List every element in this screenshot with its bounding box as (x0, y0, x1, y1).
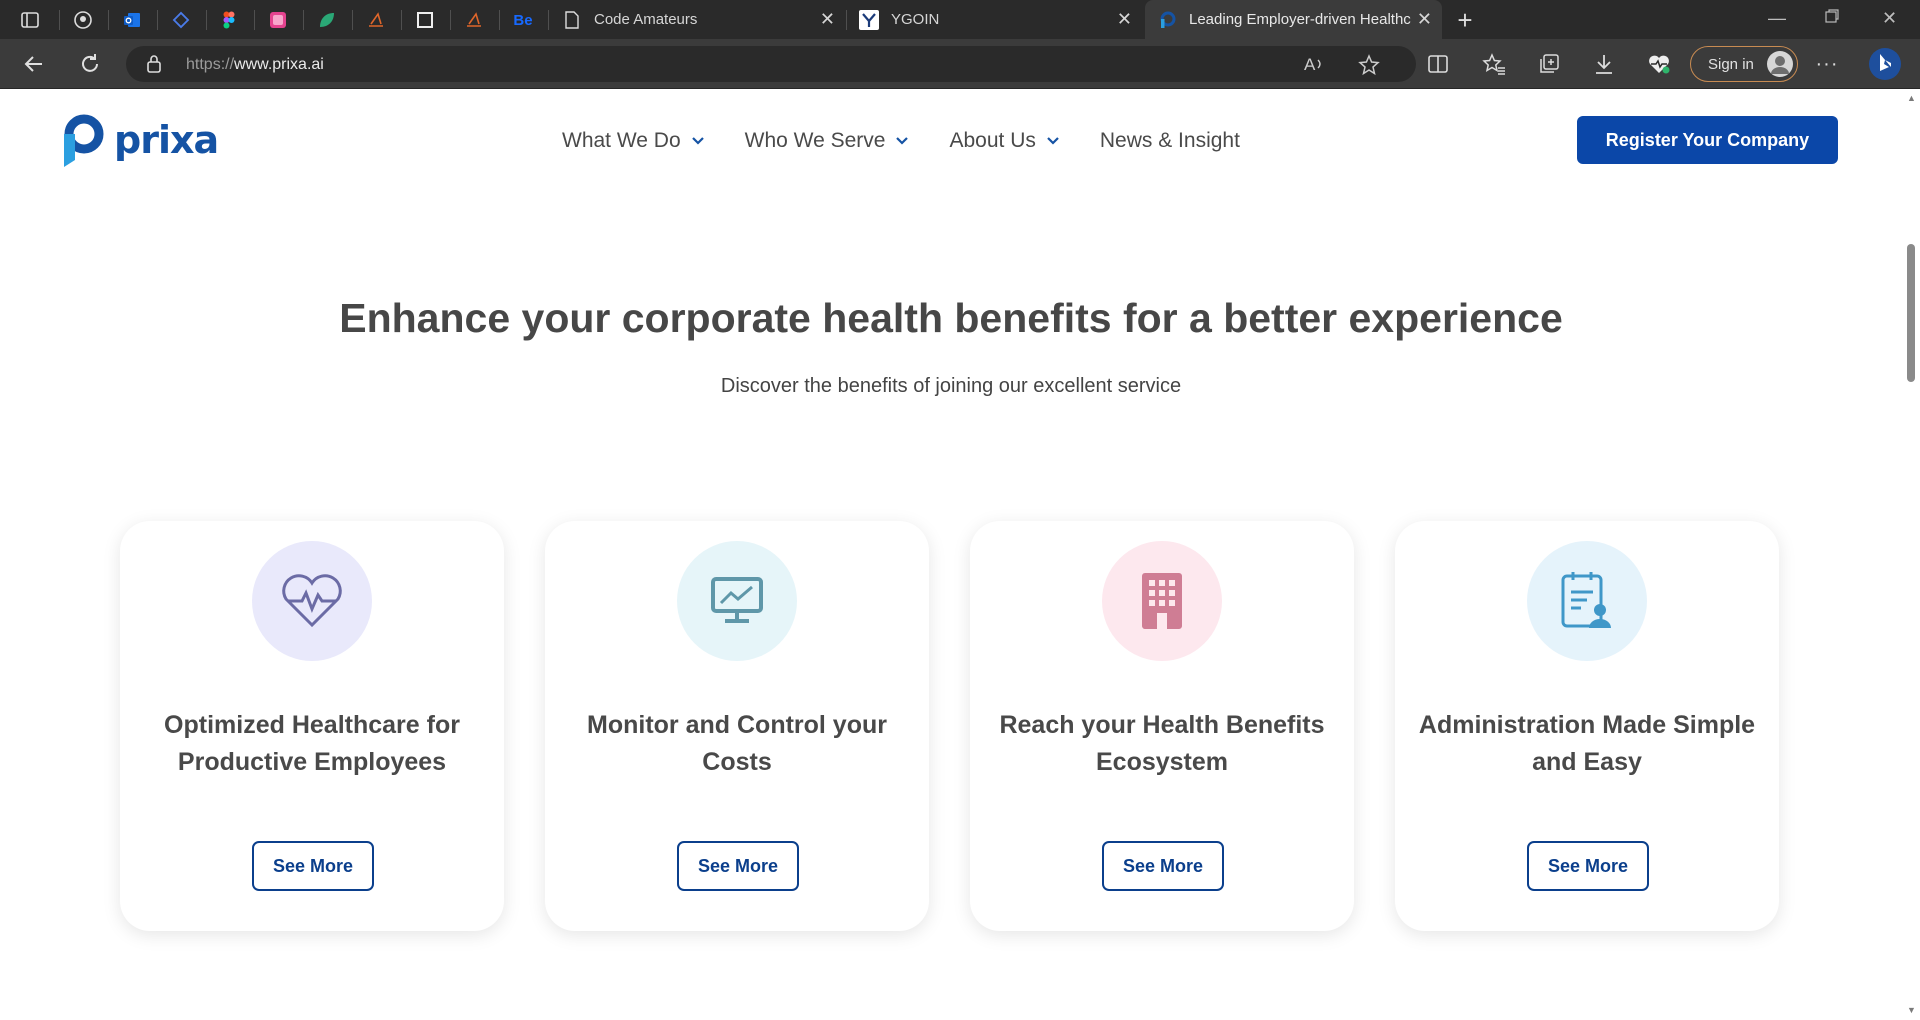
behance-icon[interactable]: Be (512, 9, 534, 31)
square-icon[interactable] (414, 9, 436, 31)
document-icon (562, 10, 582, 30)
nav-label: About Us (949, 129, 1036, 152)
prixa-favicon (1157, 10, 1177, 30)
feature-card-ecosystem: Reach your Health Benefits Ecosystem See… (970, 521, 1354, 931)
split-screen-icon[interactable] (1424, 50, 1452, 78)
site-header: prixa What We Do Who We Serve About Us N… (0, 89, 1902, 194)
register-company-button[interactable]: Register Your Company (1577, 116, 1838, 164)
hero-title: Enhance your corporate health benefits f… (339, 295, 1563, 341)
tab-actions-icon[interactable] (19, 9, 41, 31)
favorites-icon[interactable] (1480, 50, 1508, 78)
close-tab-icon[interactable]: ✕ (1417, 10, 1432, 28)
tab-label: Code Amateurs (594, 11, 698, 28)
nav-label: What We Do (562, 129, 681, 152)
see-more-button[interactable]: See More (1102, 841, 1224, 891)
tab-prixa-active[interactable]: Leading Employer-driven Healthc ✕ (1145, 0, 1442, 39)
webpage: prixa What We Do Who We Serve About Us N… (0, 89, 1902, 1020)
github-icon[interactable] (72, 9, 94, 31)
nav-news-insight[interactable]: News & Insight (1100, 129, 1240, 153)
leaf-icon[interactable] (316, 9, 338, 31)
ygoin-favicon (859, 9, 879, 30)
scroll-down-arrow-icon[interactable]: ▼ (1907, 1005, 1916, 1015)
nav-about-us[interactable]: About Us (949, 129, 1059, 153)
pink-square-icon[interactable] (267, 9, 289, 31)
nav-label: News & Insight (1099, 129, 1240, 152)
restore-icon[interactable] (1824, 8, 1840, 29)
browser-essentials-icon[interactable] (1645, 50, 1673, 78)
card-title: Administration Made Simple and Easy (1418, 711, 1756, 776)
read-aloud-icon[interactable]: A (1304, 54, 1326, 79)
see-more-button[interactable]: See More (677, 841, 799, 891)
close-tab-icon[interactable]: ✕ (820, 10, 835, 28)
browser-toolbar: https://www.prixa.ai A Sign in ··· (0, 39, 1920, 89)
back-arrow-icon[interactable] (20, 50, 48, 78)
close-tab-icon[interactable]: ✕ (1117, 10, 1132, 28)
avatar (1767, 51, 1793, 77)
tab-label: YGOIN (891, 11, 940, 28)
minimize-icon[interactable]: — (1768, 8, 1786, 29)
favorite-star-icon[interactable] (1358, 54, 1380, 81)
sign-in-button[interactable]: Sign in (1690, 46, 1798, 82)
address-bar[interactable]: https://www.prixa.ai A (126, 46, 1416, 82)
refresh-icon[interactable] (76, 50, 104, 78)
more-options-icon[interactable]: ··· (1813, 50, 1841, 78)
collections-icon[interactable] (1535, 50, 1563, 78)
chevron-down-icon (1047, 137, 1059, 145)
scrollbar-thumb[interactable] (1907, 244, 1915, 382)
feature-card-healthcare: Optimized Healthcare for Productive Empl… (120, 521, 504, 931)
chevron-down-icon (896, 137, 909, 145)
chevron-down-icon (691, 137, 704, 145)
svg-text:A: A (1304, 55, 1316, 74)
new-tab-icon[interactable]: + (1454, 5, 1476, 35)
diamond-icon[interactable] (170, 9, 192, 31)
tab-code-amateurs[interactable]: Code Amateurs ✕ (550, 0, 845, 39)
card-title: Monitor and Control your Costs (587, 711, 887, 776)
heartbeat-icon (252, 541, 372, 661)
monitor-chart-icon (677, 541, 797, 661)
see-more-button[interactable]: See More (252, 841, 374, 891)
logo-text: prixa (114, 118, 219, 162)
url-text: https://www.prixa.ai (186, 56, 324, 73)
figma-icon[interactable] (218, 9, 240, 31)
see-more-button[interactable]: See More (1527, 841, 1649, 891)
main-nav: What We Do Who We Serve About Us News & … (562, 129, 1280, 153)
clipboard-user-icon (1527, 541, 1647, 661)
hero-subtitle: Discover the benefits of joining our exc… (720, 375, 1182, 397)
building-icon (1102, 541, 1222, 661)
nav-who-we-serve[interactable]: Who We Serve (745, 129, 910, 153)
feature-card-costs: Monitor and Control your Costs See More (545, 521, 929, 931)
nav-label: Who We Serve (744, 129, 886, 152)
close-window-icon[interactable]: ✕ (1882, 8, 1897, 29)
card-title: Reach your Health Benefits Ecosystem (999, 711, 1325, 776)
copilot-icon[interactable] (1867, 45, 1903, 83)
page-scrollbar[interactable]: ▲ ▼ (1902, 89, 1920, 1020)
prixa-logo-icon (64, 114, 104, 167)
scroll-up-arrow-icon[interactable]: ▲ (1907, 93, 1916, 103)
download-icon[interactable] (1590, 50, 1618, 78)
tab-label: Leading Employer-driven Healthc (1189, 11, 1411, 28)
browser-tab-bar: Be Code Amateurs ✕ YGOIN ✕ Leading Emplo… (0, 0, 1920, 39)
tab-ygoin[interactable]: YGOIN ✕ (847, 0, 1142, 39)
feature-card-administration: Administration Made Simple and Easy See … (1395, 521, 1779, 931)
prixa-logo[interactable]: prixa (62, 111, 219, 169)
sketch-icon-2[interactable] (463, 9, 485, 31)
outlook-icon[interactable] (121, 9, 143, 31)
sketch-icon[interactable] (365, 9, 387, 31)
lock-icon[interactable] (146, 54, 162, 79)
nav-what-we-do[interactable]: What We Do (562, 129, 705, 153)
card-title: Optimized Healthcare for Productive Empl… (164, 711, 460, 776)
